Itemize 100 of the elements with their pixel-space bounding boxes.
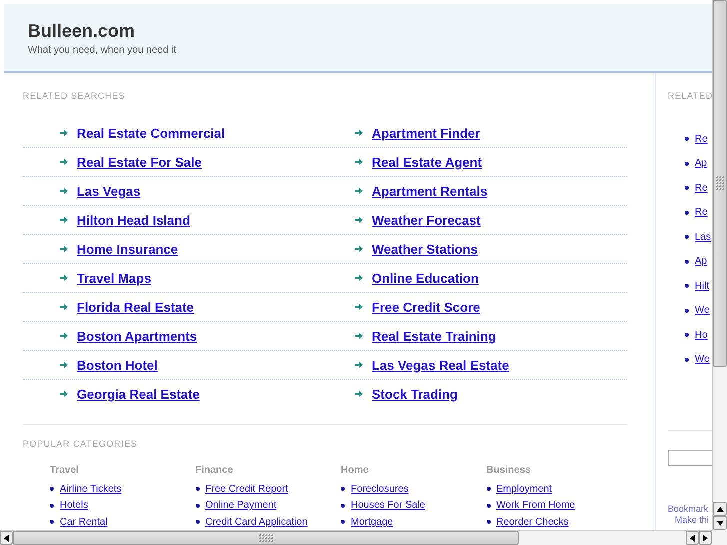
category-link[interactable]: Airline Tickets <box>60 484 122 495</box>
sidebar-link[interactable]: Ho <box>695 330 708 341</box>
bullet-icon <box>685 333 689 338</box>
search-link[interactable]: Free Credit Score <box>372 300 480 314</box>
bullet-icon <box>50 504 54 508</box>
horizontal-scrollbar[interactable] <box>0 530 712 545</box>
search-link[interactable]: Real Estate Agent <box>372 154 482 170</box>
left-arrow-icon <box>4 534 9 542</box>
sidebar-link[interactable]: Las <box>695 232 712 243</box>
down-arrow-icon <box>716 520 724 526</box>
section-heading: RELATED SEARCHES <box>23 91 126 102</box>
bullet-icon <box>341 520 345 524</box>
arrow-icon <box>60 332 68 340</box>
arrow-icon <box>355 129 363 137</box>
category-link[interactable]: Work From Home <box>496 500 576 512</box>
search-link[interactable]: Apartment Rentals <box>372 184 488 198</box>
section-heading: POPULAR CATEGORIES <box>23 439 138 450</box>
bullet-icon <box>196 487 200 492</box>
left-arrow-icon <box>690 534 695 542</box>
bullet-icon <box>486 520 490 524</box>
search-link[interactable]: Georgia Real Estate <box>77 386 200 402</box>
category-link[interactable]: Mortgage <box>351 516 394 528</box>
category-link[interactable]: Houses For Sale <box>351 500 426 512</box>
category-link[interactable]: Reorder Checks <box>496 516 569 528</box>
category-link[interactable]: Credit Card Application <box>206 516 308 528</box>
category-link[interactable]: Car Rental <box>60 516 108 528</box>
search-link[interactable]: Boston Apartments <box>77 328 198 344</box>
bullet-icon <box>685 186 689 190</box>
category-heading: Business <box>486 464 531 478</box>
search-link[interactable]: Stock Trading <box>372 386 458 402</box>
bullet-icon <box>685 210 689 215</box>
arrow-icon <box>60 361 68 369</box>
scroll-right-button[interactable] <box>699 531 712 545</box>
sidebar-link[interactable]: Ap <box>695 158 708 170</box>
category-link[interactable]: Online Payment <box>206 500 277 512</box>
sidebar-link[interactable]: We <box>695 354 710 366</box>
search-link[interactable]: Online Education <box>372 270 479 286</box>
bullet-icon <box>341 504 345 508</box>
arrow-icon <box>355 216 363 224</box>
sidebar-link[interactable]: Re <box>695 134 708 145</box>
scroll-up-button[interactable] <box>713 502 727 516</box>
bullet-icon <box>196 504 200 508</box>
scroll-down-button[interactable] <box>713 516 727 530</box>
bullet-icon <box>685 260 689 264</box>
right-arrow-icon <box>703 534 708 542</box>
arrow-icon <box>355 245 363 253</box>
sidebar-link[interactable]: We <box>695 305 710 316</box>
search-link[interactable]: Las Vegas <box>77 184 141 198</box>
search-link[interactable]: Apartment Finder <box>372 126 480 140</box>
arrow-icon <box>60 187 68 195</box>
sidebar-link[interactable]: Ap <box>695 256 708 268</box>
arrow-icon <box>60 390 68 398</box>
bullet-icon <box>685 308 689 313</box>
bullet-icon <box>685 358 689 362</box>
category-link[interactable]: Foreclosures <box>351 484 409 495</box>
up-arrow-icon <box>716 506 724 512</box>
scrollbar-corner <box>712 530 727 545</box>
arrow-icon <box>60 274 68 282</box>
scroll-left-button[interactable] <box>686 531 699 545</box>
arrow-icon <box>355 361 363 369</box>
category-link[interactable]: Employment <box>496 484 552 495</box>
vertical-scrollbar[interactable] <box>712 0 727 530</box>
search-link[interactable]: Real Estate Commercial <box>77 126 226 140</box>
search-link[interactable]: Boston Hotel <box>77 358 158 372</box>
category-link[interactable]: Free Credit Report <box>206 484 288 495</box>
arrow-icon <box>60 129 68 137</box>
category-heading: Finance <box>196 464 234 478</box>
scroll-thumb[interactable] <box>713 0 727 367</box>
bookmark-link[interactable]: Bookmark <box>668 504 709 514</box>
sidebar-link[interactable]: Re <box>695 182 708 194</box>
search-link[interactable]: Real Estate Training <box>372 328 496 344</box>
scroll-left-button[interactable] <box>0 531 13 545</box>
search-link[interactable]: Weather Stations <box>372 242 478 256</box>
search-link[interactable]: Travel Maps <box>77 270 152 286</box>
sidebar-link[interactable]: Hilt <box>695 280 710 292</box>
sidebar-link[interactable]: Re <box>695 207 708 218</box>
bullet-icon <box>685 137 689 142</box>
bullet-icon <box>685 284 689 288</box>
category-link[interactable]: Hotels <box>60 500 88 512</box>
homepage-link[interactable]: Make thi <box>675 515 710 525</box>
site-title: Bulleen.com <box>28 20 136 42</box>
search-link[interactable]: Weather Forecast <box>372 212 481 228</box>
bullet-icon <box>50 487 54 492</box>
scroll-thumb[interactable] <box>13 531 519 545</box>
arrow-icon <box>355 332 363 340</box>
site-tagline: What you need, when you need it <box>28 45 176 56</box>
arrow-icon <box>60 216 68 224</box>
bullet-icon <box>196 520 200 524</box>
arrow-icon <box>355 187 363 195</box>
bullet-icon <box>341 487 345 492</box>
arrow-icon <box>355 158 363 166</box>
arrow-icon <box>355 303 363 311</box>
search-link[interactable]: Las Vegas Real Estate <box>372 358 510 372</box>
search-link[interactable]: Real Estate For Sale <box>77 154 202 170</box>
search-link[interactable]: Hilton Head Island <box>77 212 190 228</box>
search-link[interactable]: Florida Real Estate <box>77 300 194 314</box>
search-field[interactable] <box>668 450 712 466</box>
search-link[interactable]: Home Insurance <box>77 242 178 256</box>
bullet-icon <box>486 487 490 492</box>
bullet-icon <box>50 520 54 524</box>
